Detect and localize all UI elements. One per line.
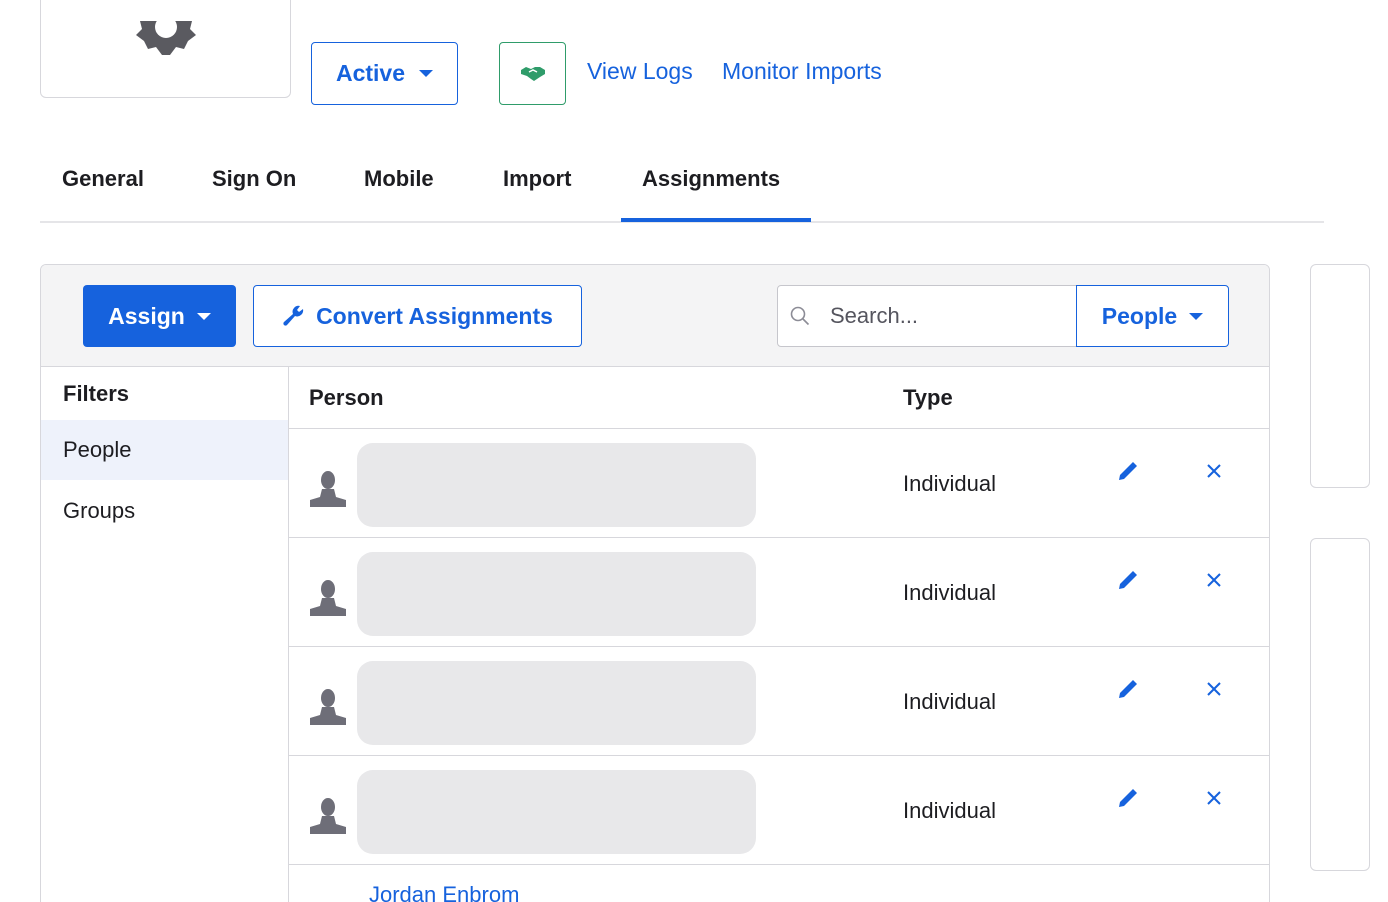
search-icon bbox=[790, 306, 810, 326]
search-box bbox=[777, 285, 1077, 347]
provisioning-button[interactable] bbox=[499, 42, 566, 105]
app-tabs: General Sign On Mobile Import Assignment… bbox=[40, 150, 1324, 223]
redacted-person-name bbox=[357, 443, 756, 527]
filter-people[interactable]: People bbox=[41, 420, 288, 480]
pencil-icon[interactable] bbox=[1117, 787, 1139, 809]
tab-assignments[interactable]: Assignments bbox=[642, 166, 780, 192]
chevron-down-icon bbox=[1189, 312, 1204, 320]
assignments-panel: Assign Convert Assignments People bbox=[40, 264, 1270, 902]
person-icon bbox=[310, 798, 346, 834]
filters-sidebar: Filters People Groups bbox=[41, 367, 289, 902]
handshake-icon bbox=[520, 66, 545, 81]
status-label: Active bbox=[335, 60, 406, 86]
assignment-type: Individual bbox=[903, 798, 996, 823]
view-logs-link[interactable]: View Logs bbox=[587, 58, 693, 85]
table-row: Individual bbox=[289, 538, 1269, 647]
table-row: Individual bbox=[289, 756, 1269, 865]
column-type: Type bbox=[903, 385, 953, 410]
chevron-down-icon bbox=[196, 312, 211, 320]
redacted-person-name bbox=[357, 552, 756, 636]
assignment-type: Individual bbox=[903, 471, 996, 496]
person-name-link[interactable]: Jordan Enbrom bbox=[369, 882, 519, 902]
table-row: Individual bbox=[289, 647, 1269, 756]
tab-import[interactable]: Import bbox=[503, 166, 571, 192]
gear-logo-icon bbox=[136, 21, 196, 55]
assignment-type: Individual bbox=[903, 689, 996, 714]
filter-groups[interactable]: Groups bbox=[41, 481, 288, 541]
convert-assignments-label: Convert Assignments bbox=[316, 302, 553, 329]
close-icon[interactable] bbox=[1205, 571, 1223, 589]
person-icon bbox=[310, 689, 346, 725]
assignments-table: Person Type Individual Individual Indivi… bbox=[289, 367, 1269, 902]
search-input[interactable] bbox=[830, 303, 1070, 329]
search-scope-label: People bbox=[1101, 302, 1178, 329]
assignments-toolbar: Assign Convert Assignments People bbox=[41, 265, 1269, 367]
pencil-icon[interactable] bbox=[1117, 460, 1139, 482]
search-scope-dropdown[interactable]: People bbox=[1076, 285, 1229, 347]
tab-general[interactable]: General bbox=[62, 166, 144, 192]
column-person: Person bbox=[309, 385, 384, 410]
tab-mobile[interactable]: Mobile bbox=[364, 166, 434, 192]
assignment-type: Individual bbox=[903, 580, 996, 605]
person-icon bbox=[310, 580, 346, 616]
side-panel-card bbox=[1310, 264, 1370, 488]
app-page: Active View Logs Monitor Imports General… bbox=[0, 0, 1388, 902]
close-icon[interactable] bbox=[1205, 789, 1223, 807]
active-tab-indicator bbox=[621, 218, 811, 222]
monitor-imports-link[interactable]: Monitor Imports bbox=[722, 58, 882, 85]
close-icon[interactable] bbox=[1205, 462, 1223, 480]
redacted-person-name bbox=[357, 770, 756, 854]
person-icon bbox=[310, 471, 346, 507]
table-header: Person Type bbox=[289, 367, 1269, 429]
assign-label: Assign bbox=[108, 302, 185, 329]
assign-button[interactable]: Assign bbox=[83, 285, 236, 347]
table-row: Individual bbox=[289, 429, 1269, 538]
filters-title: Filters bbox=[63, 381, 130, 406]
pencil-icon[interactable] bbox=[1117, 569, 1139, 591]
pencil-icon[interactable] bbox=[1117, 678, 1139, 700]
redacted-person-name bbox=[357, 661, 756, 745]
app-logo-card bbox=[40, 0, 291, 98]
chevron-down-icon bbox=[419, 70, 434, 77]
side-panel-card bbox=[1310, 538, 1370, 871]
tab-sign-on[interactable]: Sign On bbox=[212, 166, 296, 192]
wrench-icon bbox=[283, 305, 304, 326]
close-icon[interactable] bbox=[1205, 680, 1223, 698]
convert-assignments-button[interactable]: Convert Assignments bbox=[253, 285, 582, 347]
app-status-dropdown[interactable]: Active bbox=[311, 42, 458, 105]
